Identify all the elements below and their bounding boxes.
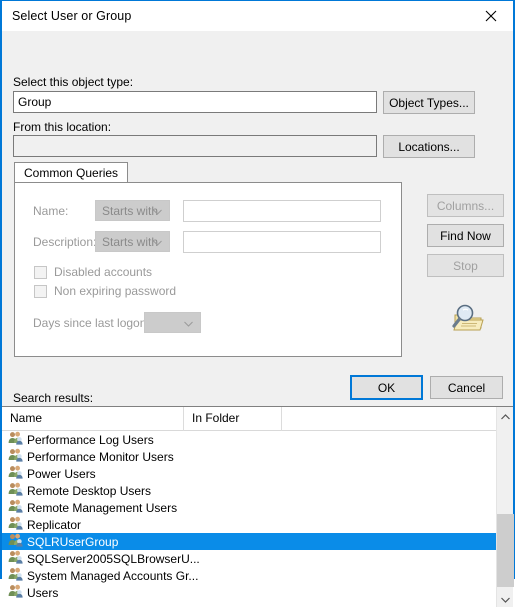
- table-row[interactable]: Performance Monitor Users: [2, 448, 513, 465]
- find-now-button[interactable]: Find Now: [427, 224, 504, 247]
- object-type-input[interactable]: Group: [13, 91, 377, 113]
- description-operator-select[interactable]: Starts with: [95, 231, 170, 252]
- table-row[interactable]: Remote Management Users: [2, 499, 513, 516]
- name-operator-value: Starts with: [102, 203, 159, 218]
- table-row[interactable]: Replicator: [2, 516, 513, 533]
- chevron-up-icon: [501, 407, 510, 425]
- row-name: Users: [27, 585, 59, 600]
- tab-common-queries[interactable]: Common Queries: [14, 162, 129, 183]
- chevron-down-icon: [501, 590, 510, 608]
- location-label: From this location:: [13, 120, 112, 134]
- row-name: Remote Management Users: [27, 500, 178, 515]
- row-name: System Managed Accounts Gr...: [27, 568, 199, 583]
- list-rows: Performance Log Users Performance Monitor…: [2, 431, 513, 606]
- days-since-logon-label: Days since last logon:: [33, 316, 150, 330]
- list-header: Name In Folder: [2, 407, 513, 431]
- user-group-icon: [8, 550, 23, 567]
- table-row[interactable]: System Managed Accounts Gr...: [2, 567, 513, 584]
- user-group-icon: [8, 533, 23, 550]
- non-expiring-password-label: Non expiring password: [54, 284, 177, 298]
- tab-label: Common Queries: [24, 166, 119, 180]
- column-header-extra[interactable]: [282, 407, 513, 431]
- row-name: Performance Log Users: [27, 432, 154, 447]
- non-expiring-password-checkbox-row[interactable]: Non expiring password: [34, 284, 176, 298]
- disabled-accounts-label: Disabled accounts: [54, 265, 153, 279]
- magnifier-folder-icon: [449, 301, 485, 338]
- tab-strip: Common Queries: [14, 162, 402, 183]
- chevron-down-icon: [153, 204, 162, 218]
- object-types-button[interactable]: Object Types...: [383, 91, 475, 114]
- title-bar: Select User or Group: [2, 1, 513, 31]
- object-type-label: Select this object type:: [13, 75, 134, 89]
- row-name: SQLRUserGroup: [27, 534, 119, 549]
- name-label: Name:: [33, 204, 69, 218]
- window-title: Select User or Group: [12, 9, 132, 23]
- disabled-accounts-checkbox-row[interactable]: Disabled accounts: [34, 265, 152, 279]
- cancel-button[interactable]: Cancel: [430, 376, 503, 399]
- user-group-icon: [8, 465, 23, 482]
- column-header-name[interactable]: Name: [2, 407, 184, 431]
- row-name: Remote Desktop Users: [27, 483, 152, 498]
- search-results-list: Name In Folder Performance Log Users Perf…: [2, 406, 514, 607]
- days-since-logon-select[interactable]: [144, 312, 201, 333]
- table-row[interactable]: Users: [2, 584, 513, 601]
- description-value-input[interactable]: [183, 231, 381, 253]
- table-row[interactable]: SQLRUserGroup: [2, 533, 513, 550]
- non-expiring-password-checkbox[interactable]: [34, 284, 47, 298]
- common-queries-panel: Name: Starts with Description: Starts wi…: [14, 182, 402, 357]
- table-row[interactable]: SQLServer2005SQLBrowserU...: [2, 550, 513, 567]
- user-group-icon: [8, 431, 23, 448]
- column-header-in-folder[interactable]: In Folder: [184, 407, 282, 431]
- user-group-icon: [8, 499, 23, 516]
- columns-button[interactable]: Columns...: [427, 194, 504, 217]
- name-value-input[interactable]: [183, 200, 381, 222]
- ok-button[interactable]: OK: [350, 375, 423, 400]
- name-operator-select[interactable]: Starts with: [95, 200, 170, 221]
- user-group-icon: [8, 567, 23, 584]
- scroll-down-button[interactable]: [497, 590, 514, 607]
- scroll-up-button[interactable]: [497, 407, 514, 424]
- close-button[interactable]: [469, 1, 513, 30]
- row-name: Power Users: [27, 466, 96, 481]
- chevron-down-icon: [153, 235, 162, 249]
- table-row[interactable]: Remote Desktop Users: [2, 482, 513, 499]
- row-name: SQLServer2005SQLBrowserU...: [27, 551, 200, 566]
- search-results-label: Search results:: [13, 391, 94, 405]
- user-group-icon: [8, 516, 23, 533]
- dialog-body: Select this object type: Group Object Ty…: [2, 31, 514, 607]
- close-icon: [485, 10, 497, 22]
- locations-button[interactable]: Locations...: [383, 135, 475, 158]
- user-group-icon: [8, 482, 23, 499]
- chevron-down-icon: [184, 316, 193, 330]
- description-label: Description:: [33, 235, 97, 249]
- row-name: Replicator: [27, 517, 82, 532]
- row-name: Performance Monitor Users: [27, 449, 174, 464]
- scrollbar-thumb[interactable]: [497, 514, 514, 587]
- description-operator-value: Starts with: [102, 234, 159, 249]
- table-row[interactable]: Power Users: [2, 465, 513, 482]
- vertical-scrollbar[interactable]: [496, 407, 514, 607]
- table-row[interactable]: Performance Log Users: [2, 431, 513, 448]
- disabled-accounts-checkbox[interactable]: [34, 265, 47, 279]
- stop-button[interactable]: Stop: [427, 254, 504, 277]
- location-input[interactable]: [13, 135, 377, 157]
- user-group-icon: [8, 584, 23, 601]
- select-user-or-group-dialog: Select User or Group Select this object …: [0, 0, 515, 607]
- user-group-icon: [8, 448, 23, 465]
